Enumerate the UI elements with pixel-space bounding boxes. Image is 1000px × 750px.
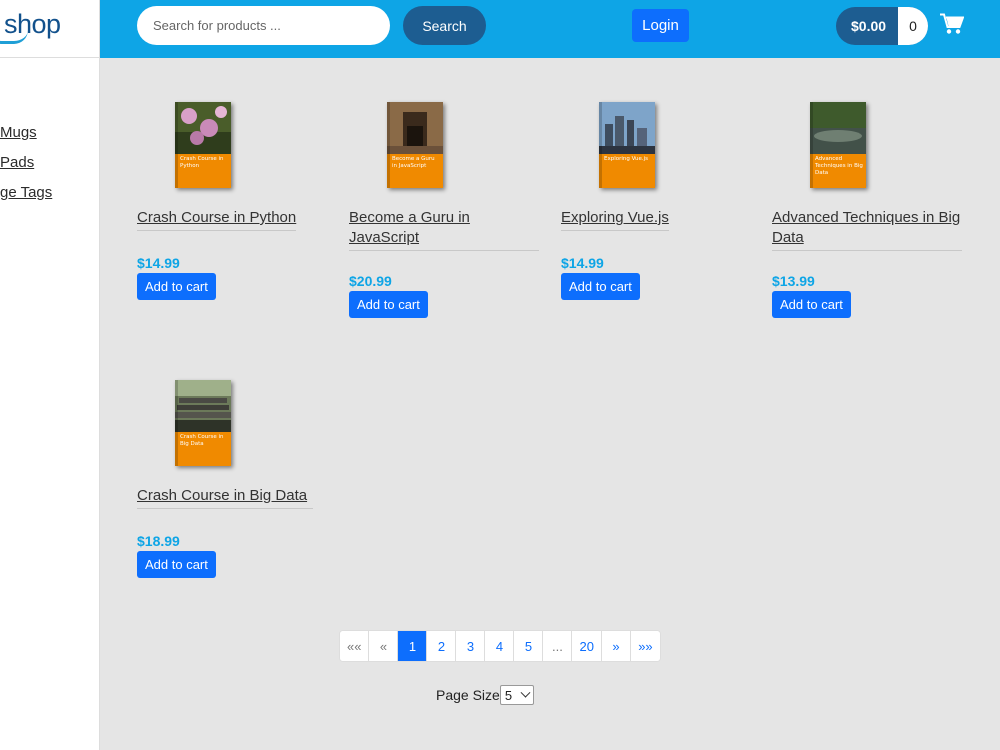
product-price: $18.99 [137, 533, 180, 549]
page-button-5[interactable]: 5 [514, 631, 544, 661]
cover-photo [599, 102, 655, 154]
cover-photo [175, 380, 231, 432]
add-to-cart-button[interactable]: Add to cart [137, 273, 216, 300]
book-spine [387, 102, 390, 188]
cart-total: $0.00 [851, 18, 887, 34]
category-list: Mugs Pads ge Tags [0, 122, 52, 212]
cover-title: Exploring Vue.js [604, 156, 649, 162]
product-title-link[interactable]: Crash Course in Big Data [137, 486, 313, 509]
cover-photo [810, 102, 866, 154]
cover-photo [387, 102, 443, 154]
pagination: «« « 1 2 3 4 5 ... 20 » »» [339, 630, 661, 662]
search-button[interactable]: Search [403, 6, 486, 45]
last-page-button[interactable]: »» [630, 631, 660, 661]
page-button-last-number[interactable]: 20 [572, 631, 602, 661]
add-to-cart-button[interactable]: Add to cart [561, 273, 640, 300]
chevron-down-icon [520, 687, 531, 698]
book-cover[interactable]: Exploring Vue.js [599, 102, 655, 188]
cover-title: Advanced Techniques in Big Data [815, 156, 863, 176]
next-page-button[interactable]: » [601, 631, 631, 661]
book-cover[interactable]: Crash Course in Python [175, 102, 231, 188]
cover-photo [175, 102, 231, 154]
category-link-tags[interactable]: ge Tags [0, 182, 52, 204]
sidebar: shop Mugs Pads ge Tags [0, 0, 100, 750]
shopping-cart-icon[interactable] [940, 13, 964, 35]
page-size-control: Page Size 5 [436, 685, 534, 705]
product-price: $14.99 [561, 255, 604, 271]
product-price: $14.99 [137, 255, 180, 271]
cover-title: Crash Course in Big Data [180, 434, 224, 447]
page-size-label: Page Size [436, 687, 500, 703]
book-cover[interactable]: Advanced Techniques in Big Data [810, 102, 866, 188]
page-button-1[interactable]: 1 [398, 631, 428, 661]
product-title-link[interactable]: Become a Guru in JavaScript [349, 208, 539, 251]
product-price: $13.99 [772, 273, 815, 289]
book-spine [810, 102, 813, 188]
cart-summary[interactable]: $0.00 0 [836, 7, 928, 45]
cover-title: Become a Guru in JavaScript [392, 156, 435, 169]
add-to-cart-button[interactable]: Add to cart [349, 291, 428, 318]
book-cover[interactable]: Become a Guru in JavaScript [387, 102, 443, 188]
book-cover[interactable]: Crash Course in Big Data [175, 380, 231, 466]
page-button-3[interactable]: 3 [456, 631, 486, 661]
category-item: Mugs [0, 122, 52, 152]
page-ellipsis: ... [543, 631, 573, 661]
top-header: Search Login $0.00 0 [100, 0, 1000, 58]
page-button-2[interactable]: 2 [427, 631, 457, 661]
page-size-select[interactable]: 5 [499, 685, 534, 705]
first-page-button[interactable]: «« [340, 631, 370, 661]
page-size-value: 5 [504, 687, 513, 703]
login-button[interactable]: Login [632, 9, 689, 42]
add-to-cart-button[interactable]: Add to cart [772, 291, 851, 318]
book-spine [175, 102, 178, 188]
product-title-link[interactable]: Exploring Vue.js [561, 208, 669, 231]
add-to-cart-button[interactable]: Add to cart [137, 551, 216, 578]
product-title-link[interactable]: Crash Course in Python [137, 208, 297, 231]
cart-count-badge: 0 [898, 7, 928, 45]
product-price: $20.99 [349, 273, 392, 289]
book-spine [599, 102, 602, 188]
category-link-mugs[interactable]: Mugs [0, 122, 37, 144]
category-link-pads[interactable]: Pads [0, 152, 34, 174]
logo-text: shop [4, 8, 61, 39]
category-item: Pads [0, 152, 52, 182]
sidebar-divider [0, 57, 100, 58]
prev-page-button[interactable]: « [369, 631, 399, 661]
page-button-4[interactable]: 4 [485, 631, 515, 661]
search-input[interactable] [137, 6, 390, 45]
cover-title: Crash Course in Python [180, 156, 224, 169]
category-item: ge Tags [0, 182, 52, 212]
shop-logo[interactable]: shop [0, 4, 61, 44]
product-title-link[interactable]: Advanced Techniques in Big Data [772, 208, 962, 251]
book-spine [175, 380, 178, 466]
